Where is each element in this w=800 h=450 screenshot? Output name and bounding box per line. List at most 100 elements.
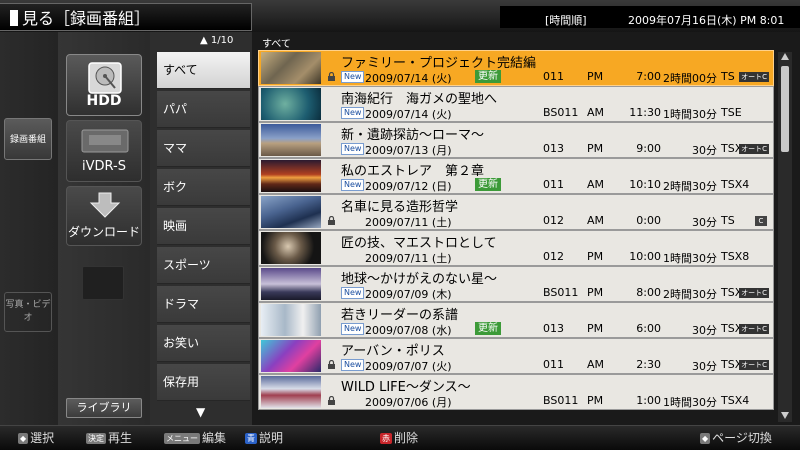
scroll-down-icon[interactable] <box>780 410 790 420</box>
program-mode: TSX8 <box>721 250 750 263</box>
program-row[interactable]: アーバン・ポリス New 2009/07/07 (火) 011 AM 2:30 … <box>258 338 774 374</box>
hint-page-label: ページ切換 <box>712 431 772 445</box>
program-row[interactable]: ファミリー・プロジェクト完結編 New 2009/07/14 (火) 更新 01… <box>258 50 774 86</box>
hint-edit-label: 編集 <box>202 431 227 445</box>
program-ampm: PM <box>587 250 604 263</box>
program-date: 2009/07/08 (水) <box>365 324 452 337</box>
enter-key-icon: 決定 <box>86 433 106 444</box>
program-time: 0:00 <box>636 214 661 227</box>
program-row[interactable]: 匠の技、マエストロとして 2009/07/11 (土) 012 PM 10:00… <box>258 230 774 266</box>
program-title: WILD LIFE〜ダンス〜 <box>341 380 471 395</box>
updated-badge: 更新 <box>475 70 501 83</box>
sort-label[interactable]: [時間順] <box>545 12 587 28</box>
category-movie[interactable]: 映画 <box>157 208 250 245</box>
program-thumbnail <box>261 196 321 228</box>
program-duration: 2時間00分 <box>663 72 717 85</box>
red-key-icon: 赤 <box>380 433 392 444</box>
blue-key-icon: 青 <box>245 433 257 444</box>
chapter-badge: C <box>755 216 767 226</box>
program-row[interactable]: WILD LIFE〜ダンス〜 2009/07/06 (月) BS011 PM 1… <box>258 374 774 410</box>
category-all[interactable]: すべて <box>157 52 250 89</box>
program-channel: BS011 <box>543 286 579 299</box>
program-ampm: AM <box>587 178 605 191</box>
new-badge: New <box>341 359 365 371</box>
auto-label: オート <box>741 289 763 297</box>
program-title: 若きリーダーの系譜 <box>341 308 459 323</box>
program-mode: TSE <box>721 106 742 119</box>
category-scroll-down-icon[interactable]: ▼ <box>196 405 205 419</box>
device-ivdr[interactable]: iVDR-S <box>66 120 142 182</box>
ivdr-cartridge-icon <box>81 129 129 153</box>
lock-icon <box>327 216 336 225</box>
device-hdd[interactable]: HDD <box>66 54 142 116</box>
program-ampm: AM <box>587 214 605 227</box>
program-date: 2009/07/06 (月) <box>365 396 452 409</box>
program-row[interactable]: 南海紀行 海ガメの聖地へ New 2009/07/14 (火) BS011 AM… <box>258 86 774 122</box>
hint-select: ◆ 選択 <box>18 429 54 446</box>
device-ivdr-label: iVDR-S <box>82 159 126 174</box>
program-time: 2:30 <box>636 358 661 371</box>
device-empty-slot <box>82 266 124 300</box>
download-arrow-icon <box>89 192 121 218</box>
updated-badge: 更新 <box>475 178 501 191</box>
program-row[interactable]: 私のエストレア 第２章 New 2009/07/12 (日) 更新 011 AM… <box>258 158 774 194</box>
program-thumbnail <box>261 124 321 156</box>
program-title: 南海紀行 海ガメの聖地へ <box>341 92 498 107</box>
new-badge: New <box>341 71 365 83</box>
nav-recorded-programs[interactable]: 録画番組 <box>4 118 52 160</box>
hint-page: ◆ ページ切換 <box>700 429 772 446</box>
program-time: 6:00 <box>636 322 661 335</box>
scroll-up-icon[interactable] <box>780 52 790 62</box>
program-row[interactable]: 新・遺跡探訪〜ローマ〜 New 2009/07/13 (月) 013 PM 9:… <box>258 122 774 158</box>
program-row[interactable]: 名車に見る造形哲学 2009/07/11 (土) 012 AM 0:00 30分… <box>258 194 774 230</box>
category-keep[interactable]: 保存用 <box>157 364 250 401</box>
program-date: 2009/07/12 (日) <box>365 180 452 193</box>
program-row[interactable]: 若きリーダーの系譜 New 2009/07/08 (水) 更新 013 PM 6… <box>258 302 774 338</box>
auto-label: オート <box>741 361 763 369</box>
category-drama[interactable]: ドラマ <box>157 286 250 323</box>
auto-chapter-badge: オートC <box>739 360 769 370</box>
category-sports[interactable]: スポーツ <box>157 247 250 284</box>
nav-photo-video[interactable]: 写真・ビデオ <box>4 292 52 332</box>
new-badge: New <box>341 287 365 299</box>
program-duration: 2時間30分 <box>663 180 717 193</box>
c-label: C <box>762 73 767 81</box>
hint-play-label: 再生 <box>108 431 133 445</box>
category-comedy[interactable]: お笑い <box>157 325 250 362</box>
category-papa[interactable]: パパ <box>157 91 250 128</box>
dpad-icon: ◆ <box>18 433 29 444</box>
category-pager[interactable]: ▲ 1/10 <box>200 35 233 46</box>
library-button[interactable]: ライブラリ <box>66 398 142 418</box>
auto-label: オート <box>741 325 763 333</box>
program-date: 2009/07/11 (土) <box>365 216 452 229</box>
program-mode: TSX4 <box>721 394 750 407</box>
category-boku[interactable]: ボク <box>157 169 250 206</box>
device-download[interactable]: ダウンロード <box>66 186 142 246</box>
scrollbar-thumb[interactable] <box>781 66 789 152</box>
hint-play: 決定 再生 <box>86 429 132 446</box>
c-label: C <box>762 325 767 333</box>
lock-icon <box>327 360 336 369</box>
new-badge: New <box>341 179 365 191</box>
program-duration: 1時間30分 <box>663 252 717 265</box>
program-ampm: PM <box>587 70 604 83</box>
program-duration: 30分 <box>692 360 717 373</box>
program-channel: 011 <box>543 358 564 371</box>
program-date: 2009/07/13 (月) <box>365 144 452 157</box>
program-title: 私のエストレア 第２章 <box>341 164 485 179</box>
program-time: 9:00 <box>636 142 661 155</box>
category-mama[interactable]: ママ <box>157 130 250 167</box>
program-mode: TS <box>721 214 735 227</box>
program-duration: 30分 <box>692 324 717 337</box>
program-ampm: PM <box>587 142 604 155</box>
program-thumbnail <box>261 88 321 120</box>
program-duration: 30分 <box>692 216 717 229</box>
program-row[interactable]: 地球〜かけがえのない星〜 New 2009/07/09 (木) BS011 PM… <box>258 266 774 302</box>
program-duration: 1時間30分 <box>663 108 717 121</box>
view-icon <box>10 10 18 26</box>
program-title: ファミリー・プロジェクト完結編 <box>341 56 537 71</box>
program-channel: BS011 <box>543 106 579 119</box>
program-time: 10:00 <box>629 250 661 263</box>
program-thumbnail <box>261 340 321 372</box>
program-duration: 2時間30分 <box>663 288 717 301</box>
